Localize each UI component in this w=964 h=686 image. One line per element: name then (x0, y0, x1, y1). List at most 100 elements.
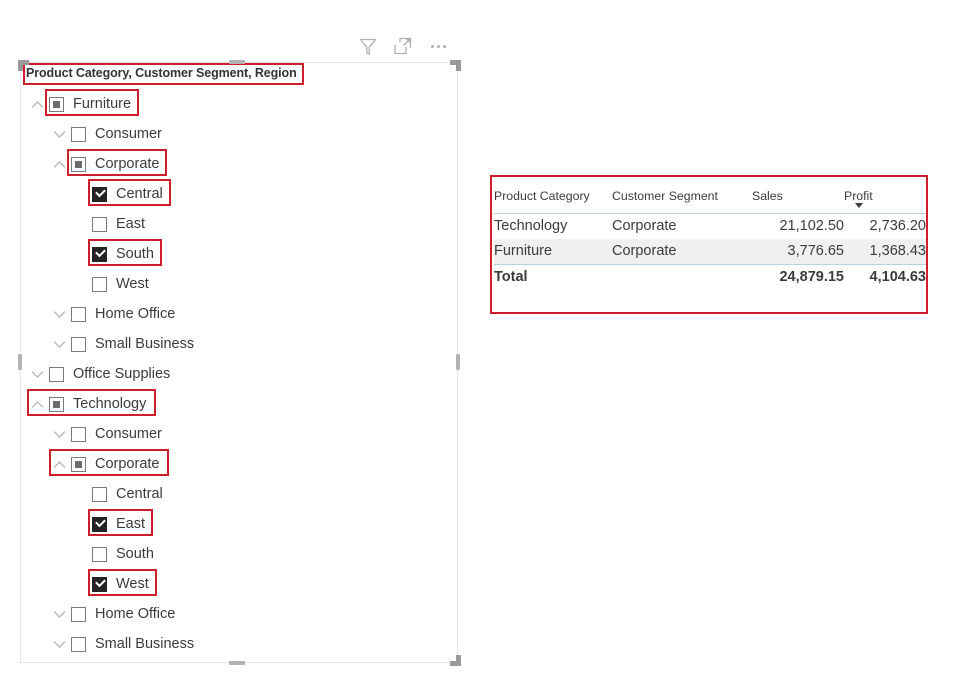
slicer-item-small-business[interactable]: Small Business (51, 331, 194, 357)
slicer-item-label: South (116, 245, 154, 262)
table-row[interactable]: Furniture Corporate 3,776.65 1,368.43 (494, 238, 926, 264)
chevron-up-icon[interactable] (51, 456, 68, 473)
resize-handle-top-left[interactable] (18, 60, 29, 71)
slicer-item-east[interactable]: East (72, 511, 145, 537)
slicer-item-label: West (116, 275, 149, 292)
cell-customer-segment: Corporate (612, 217, 677, 234)
slicer-item-label: Office Supplies (73, 365, 171, 382)
table-total-row: Total 24,879.15 4,104.63 (494, 263, 926, 290)
cell-profit: 1,368.43 (844, 238, 926, 264)
slicer-item-central[interactable]: Central (72, 481, 163, 507)
table-header-row: Product Category Customer Segment Sales … (494, 179, 926, 214)
total-segment (612, 263, 752, 290)
slicer-item-central[interactable]: Central (72, 181, 163, 207)
checkbox-checked[interactable] (92, 576, 107, 592)
slicer-item-east[interactable]: East (72, 211, 145, 237)
slicer-item-office-supplies[interactable]: Office Supplies (29, 361, 170, 387)
resize-handle-top-right[interactable] (450, 60, 461, 71)
checkbox-unchecked[interactable] (71, 426, 86, 442)
resize-handle-left[interactable] (18, 354, 22, 370)
chevron-up-icon[interactable] (29, 96, 46, 113)
checkbox-checked[interactable] (92, 516, 107, 532)
cell-product-category: Furniture (494, 238, 612, 264)
checkbox-partial[interactable] (71, 456, 86, 472)
slicer-item-label: East (116, 515, 146, 532)
resize-handle-bottom[interactable] (229, 661, 245, 665)
slicer-item-label: Small Business (95, 335, 195, 352)
chevron-up-icon[interactable] (29, 396, 46, 413)
slicer-item-corporate[interactable]: Corporate (51, 151, 159, 177)
slicer-item-label: Corporate (95, 455, 160, 472)
column-header-customer-segment[interactable]: Customer Segment (612, 179, 752, 214)
slicer-item-south[interactable]: South (72, 241, 154, 267)
chevron-down-icon[interactable] (51, 336, 68, 353)
cell-sales: 21,102.50 (779, 217, 844, 234)
chevron-down-icon[interactable] (51, 306, 68, 323)
chevron-down-icon[interactable] (51, 606, 68, 623)
hierarchy-slicer-visual[interactable]: Product Category, Customer Segment, Regi… (20, 62, 458, 663)
checkbox-unchecked[interactable] (71, 306, 86, 322)
visual-header-toolbar (355, 33, 455, 59)
checkbox-partial[interactable] (49, 96, 64, 112)
resize-handle-bottom-right[interactable] (450, 655, 461, 666)
chevron-down-icon[interactable] (29, 366, 46, 383)
checkbox-unchecked[interactable] (92, 216, 107, 232)
chevron-down-icon[interactable] (51, 636, 68, 653)
focus-mode-icon[interactable] (390, 33, 416, 59)
slicer-item-corporate[interactable]: Corporate (51, 451, 159, 477)
column-header-sales[interactable]: Sales (752, 179, 844, 214)
slicer-item-label: East (116, 215, 146, 232)
column-header-profit[interactable]: Profit (844, 179, 926, 214)
slicer-item-label: Consumer (95, 425, 162, 442)
slicer-item-south[interactable]: South (72, 541, 154, 567)
slicer-item-small-business[interactable]: Small Business (51, 631, 194, 657)
slicer-item-west[interactable]: West (72, 271, 149, 297)
chevron-down-icon[interactable] (51, 426, 68, 443)
slicer-item-label: West (116, 575, 149, 592)
resize-handle-top[interactable] (229, 60, 245, 64)
total-label: Total (494, 263, 612, 290)
checkbox-unchecked[interactable] (71, 126, 86, 142)
more-options-icon[interactable] (425, 33, 451, 59)
cell-profit: 2,736.20 (869, 217, 926, 234)
checkbox-unchecked[interactable] (92, 486, 107, 502)
checkbox-unchecked[interactable] (71, 606, 86, 622)
filter-funnel-icon[interactable] (355, 33, 381, 59)
cell-customer-segment: Corporate (612, 238, 752, 264)
checkbox-partial[interactable] (49, 396, 64, 412)
checkbox-checked[interactable] (92, 246, 107, 262)
slicer-item-label: Technology (73, 395, 147, 412)
checkbox-unchecked[interactable] (92, 276, 107, 292)
checkbox-unchecked[interactable] (49, 366, 64, 382)
checkbox-unchecked[interactable] (71, 336, 86, 352)
slicer-item-west[interactable]: West (72, 571, 149, 597)
checkbox-unchecked[interactable] (71, 636, 86, 652)
chevron-down-icon[interactable] (51, 126, 68, 143)
slicer-item-consumer[interactable]: Consumer (51, 121, 162, 147)
total-profit: 4,104.63 (844, 263, 926, 290)
slicer-item-label: South (116, 545, 154, 562)
slicer-item-label: Consumer (95, 125, 162, 142)
checkbox-checked[interactable] (92, 186, 107, 202)
resize-handle-right[interactable] (456, 354, 460, 370)
table-visual[interactable]: Product Category Customer Segment Sales … (494, 179, 926, 310)
slicer-item-home-office[interactable]: Home Office (51, 301, 175, 327)
slicer-header-title[interactable]: Product Category, Customer Segment, Regi… (26, 66, 297, 80)
table-row[interactable]: Technology Corporate 21,102.50 2,736.20 (494, 213, 926, 239)
checkbox-unchecked[interactable] (92, 546, 107, 562)
chevron-up-icon[interactable] (51, 156, 68, 173)
slicer-item-home-office[interactable]: Home Office (51, 601, 175, 627)
slicer-item-technology[interactable]: Technology (29, 391, 146, 417)
column-header-product-category[interactable]: Product Category (494, 179, 612, 214)
slicer-item-consumer[interactable]: Consumer (51, 421, 162, 447)
data-table: Product Category Customer Segment Sales … (494, 179, 926, 290)
slicer-item-furniture[interactable]: Furniture (29, 91, 131, 117)
checkbox-partial[interactable] (71, 156, 86, 172)
